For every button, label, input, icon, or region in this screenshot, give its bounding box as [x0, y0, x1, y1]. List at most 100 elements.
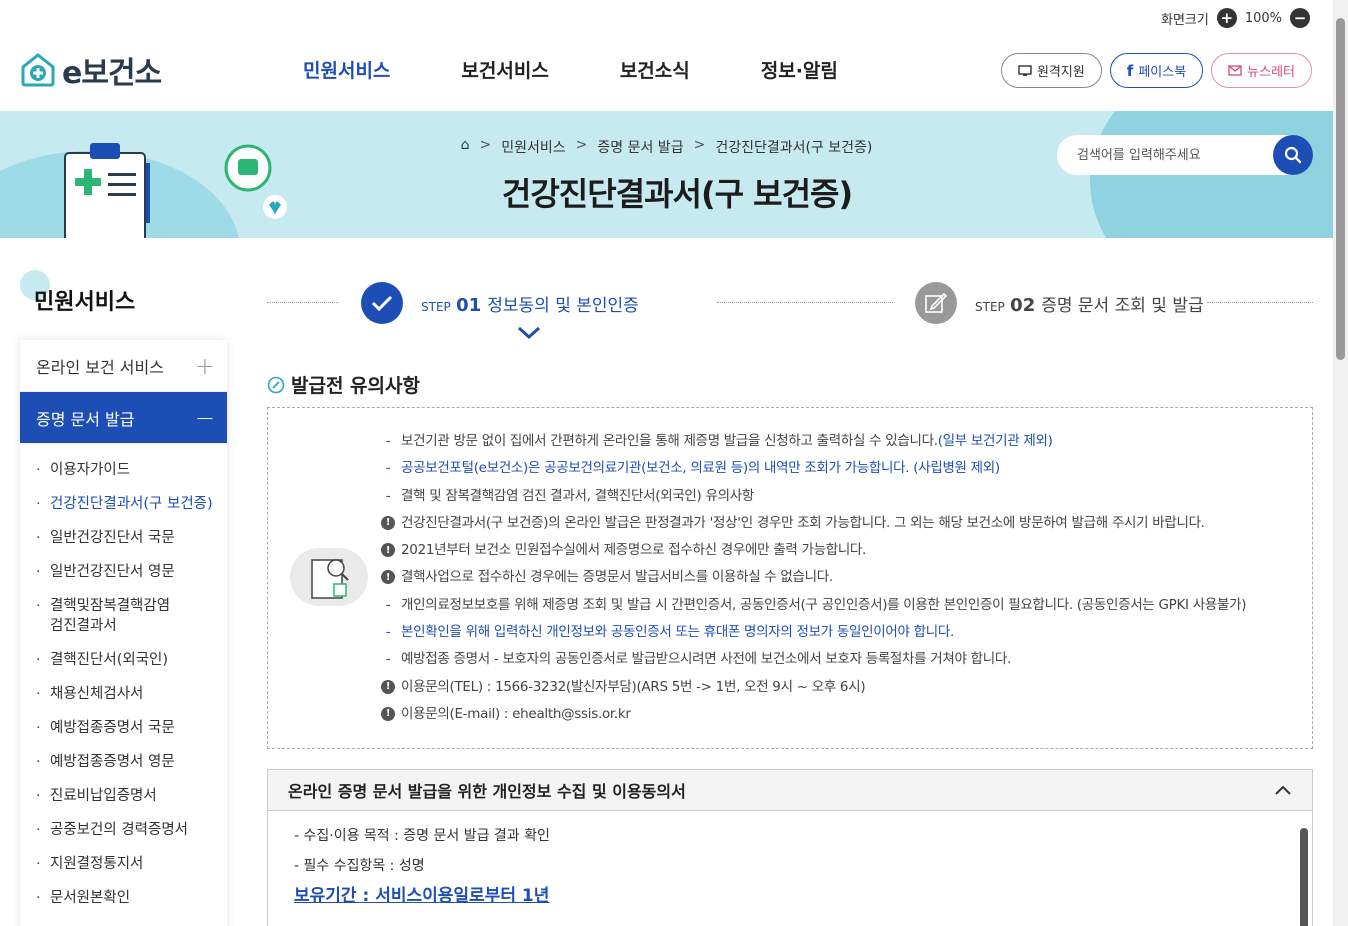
search-icon [1284, 146, 1302, 164]
expand-icon: + [194, 351, 215, 380]
header-buttons: 원격지원 f 페이스북 뉴스레터 [1000, 53, 1312, 88]
sidebar-item[interactable]: 예방접종증명서 영문 [36, 752, 227, 772]
retention-period: 보유기간 : 서비스이용일로부터 1년 [294, 886, 550, 906]
sidebar-item[interactable]: 예방접종증명서 국문 [36, 718, 227, 738]
zoom-in-icon[interactable]: + [1216, 8, 1237, 28]
pen-circle-icon [267, 376, 285, 393]
notice-item: ! 결핵사업으로 접수하신 경우에는 증명문서 발급서비스를 이용하실 수 없습니… [381, 564, 1246, 591]
notice-text: 개인의료정보보호를 위해 제증명 조회 및 발급 시 간편인증서, 공동인증서(… [401, 596, 1247, 613]
sidebar-item[interactable]: 진료비납입증명서 [36, 786, 227, 806]
breadcrumb-item[interactable]: 증명 문서 발급 [597, 137, 683, 157]
check-icon [361, 282, 403, 324]
info-icon: ! [381, 543, 395, 558]
notice-item: - 개인의료정보보호를 위해 제증명 조회 및 발급 시 간편인증서, 공동인증서… [381, 592, 1247, 619]
consent-title: 온라인 증명 문서 발급을 위한 개인정보 수집 및 이용동의서 [288, 782, 686, 801]
notice-exception: (일부 보건기관 제외) [937, 433, 1053, 449]
notice-list: - 보건기관 방문 없이 집에서 간편하게 온라인을 통해 제증명 발급을 신청하… [381, 428, 1246, 728]
notice-item: - 예방접종 증명서 - 보호자의 공동인증서로 발급받으시려면 사전에 보건소에… [381, 646, 1246, 673]
sidebar-item[interactable]: 결핵및잠복결핵감염검진결과서 [36, 596, 227, 636]
chevron-down-icon [517, 326, 541, 340]
sidebar-item[interactable]: 채용신체검사서 [36, 684, 227, 704]
info-icon: ! [381, 515, 395, 530]
breadcrumb-item[interactable]: 건강진단결과서(구 보건증) [715, 137, 872, 157]
nav-health-news[interactable]: 보건소식 [620, 56, 690, 83]
info-icon: ! [381, 570, 395, 585]
sidebar-item-current[interactable]: 건강진단결과서(구 보건증) [36, 494, 227, 514]
notice-item: - 보건기관 방문 없이 집에서 간편하게 온라인을 통해 제증명 발급을 신청하… [381, 428, 1246, 455]
breadcrumb-item[interactable]: 민원서비스 [501, 137, 565, 157]
nav-info-notice[interactable]: 정보·알림 [761, 56, 838, 83]
info-icon: ! [381, 679, 395, 694]
facebook-button[interactable]: f 페이스북 [1109, 53, 1204, 88]
zoom-out-icon[interactable]: − [1290, 8, 1310, 28]
page-scrollbar[interactable] [1333, 0, 1348, 926]
sidebar-item[interactable]: 지원결정통지서 [36, 854, 227, 874]
breadcrumb-separator: > [575, 137, 588, 153]
notice-item: - 결핵 및 잠복결핵감염 검진 결과서, 결핵진단서(외국인) 유의사항 [381, 483, 1246, 510]
site-logo[interactable]: e보건소 [20, 48, 162, 92]
notice-text: 2021년부터 보건소 민원접수실에서 제증명으로 접수하신 경우에만 출력 가… [401, 542, 867, 559]
sidebar-category-label: 온라인 보건 서비스 [36, 357, 164, 377]
search-input[interactable] [1057, 135, 1257, 175]
notice-item: ! 2021년부터 보건소 민원접수실에서 제증명으로 접수하신 경우에만 출력 … [381, 537, 1246, 564]
sidebar-item[interactable]: 문서원본확인 [36, 888, 227, 908]
sidebar-submenu: 이용자가이드 건강진단결과서(구 보건증) 일반건강진단서 국문 일반건강진단서… [20, 444, 227, 908]
zoom-level: 100% [1244, 10, 1282, 26]
consent-scroll-thumb[interactable] [1300, 828, 1308, 926]
sidebar-title: 민원서비스 [34, 290, 136, 315]
notice-item: ! 건강진단결과서(구 보건증)의 온라인 발급은 판정결과가 '정상'인 경우만… [381, 510, 1246, 537]
info-icon: ! [381, 706, 395, 721]
notice-text: 결핵사업으로 접수하신 경우에는 증명문서 발급서비스를 이용하실 수 없습니다… [401, 569, 833, 586]
search-button[interactable] [1273, 135, 1313, 175]
newsletter-label: 뉴스레터 [1247, 65, 1295, 80]
monitor-icon [1018, 64, 1032, 76]
sidebar-item[interactable]: 일반건강진단서 영문 [36, 562, 227, 582]
sidebar-category-certificate[interactable]: 증명 문서 발급 − [20, 392, 227, 444]
consent-panel: 온라인 증명 문서 발급을 위한 개인정보 수집 및 이용동의서 - 수집·이용… [267, 769, 1313, 926]
main-nav: 민원서비스 보건서비스 보건소식 정보·알림 [303, 56, 909, 83]
notice-text: 이용문의(TEL) : 1566-3232(발신자부담)(ARS 5번 -> 1… [401, 678, 866, 695]
document-search-icon [290, 548, 368, 606]
step-02: STEP 02 증명 문서 조회 및 발급 [915, 282, 1204, 324]
nav-health-service[interactable]: 보건서비스 [461, 56, 548, 83]
sidebar-item[interactable]: 일반건강진단서 국문 [36, 528, 227, 548]
notice-text: 보건기관 방문 없이 집에서 간편하게 온라인을 통해 제증명 발급을 신청하고… [401, 433, 938, 449]
notice-text: 이용문의(E-mail) : ehealth@ssis.or.kr [401, 705, 631, 722]
edit-icon [915, 282, 957, 324]
dash-marker: - [385, 460, 391, 477]
step-indicator: STEP 01 정보동의 및 본인인증 STEP 02 증명 문서 조회 및 발급 [267, 282, 1313, 342]
screen-size-label: 화면크기 [1160, 12, 1209, 28]
notice-item: ! 이용문의(TEL) : 1566-3232(발신자부담)(ARS 5번 -> … [381, 674, 1246, 701]
chevron-up-icon[interactable] [1274, 785, 1292, 796]
collapse-icon: − [194, 403, 215, 432]
sidebar-item[interactable]: 이용자가이드 [36, 460, 227, 480]
step-prefix: STEP [975, 299, 1005, 314]
sidebar-item[interactable]: 공중보건의 경력증명서 [36, 820, 227, 840]
page-scroll-thumb[interactable] [1336, 18, 1345, 360]
dash-marker: - [385, 624, 391, 641]
sidebar-item-label: 결핵및잠복결핵감염 [50, 598, 171, 614]
step-divider [717, 302, 893, 303]
notice-text: 예방접종 증명서 - 보호자의 공동인증서로 발급받으시려면 사전에 보건소에서… [401, 651, 1011, 668]
consent-header[interactable]: 온라인 증명 문서 발급을 위한 개인정보 수집 및 이용동의서 [268, 770, 1312, 811]
sidebar-category-online-health[interactable]: 온라인 보건 서비스 + [20, 340, 227, 392]
consent-line: - 필수 수집항목 : 성명 [294, 858, 425, 874]
facebook-label: 페이스북 [1138, 65, 1187, 80]
notice-item: ! 이용문의(E-mail) : ehealth@ssis.or.kr [381, 701, 1246, 728]
facebook-icon: f [1126, 61, 1134, 80]
remote-support-label: 원격지원 [1036, 65, 1085, 80]
remote-support-button[interactable]: 원격지원 [1000, 53, 1102, 88]
newsletter-button[interactable]: 뉴스레터 [1211, 53, 1312, 88]
step-number: 01 [456, 294, 482, 316]
notice-text: 결핵 및 잠복결핵감염 검진 결과서, 결핵진단서(외국인) 유의사항 [401, 487, 754, 504]
notice-text: 본인확인을 위해 입력하신 개인정보와 공동인증서 또는 휴대폰 명의자의 정보… [401, 624, 954, 641]
sidebar-item[interactable]: 결핵진단서(외국인) [36, 650, 227, 670]
mail-icon [1228, 65, 1242, 76]
consent-scrollbar[interactable] [1300, 816, 1308, 926]
step-number: 02 [1010, 294, 1036, 316]
sidebar: 온라인 보건 서비스 + 증명 문서 발급 − 이용자가이드 건강진단결과서(구… [20, 340, 227, 926]
breadcrumb-separator: > [479, 137, 492, 153]
home-icon[interactable]: ⌂ [461, 137, 470, 157]
nav-civil-service[interactable]: 민원서비스 [303, 56, 390, 83]
search-box [1057, 135, 1313, 175]
